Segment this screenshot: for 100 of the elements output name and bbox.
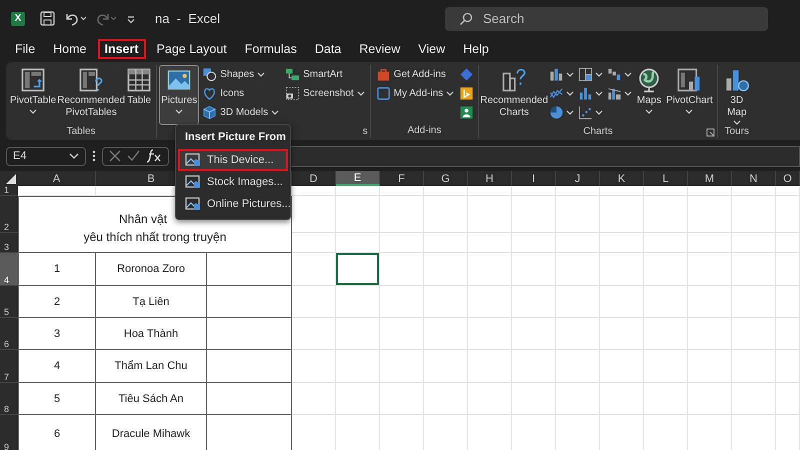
chart-question-icon <box>501 67 528 93</box>
ribbon-button[interactable]: Pictures <box>159 65 200 125</box>
shapes-icon <box>202 67 218 82</box>
selected-cell[interactable] <box>336 253 380 286</box>
ribbon-button[interactable]: Maps <box>634 65 664 125</box>
grid-cell[interactable] <box>207 286 292 318</box>
ribbon-button[interactable]: Recommended Charts <box>481 65 548 125</box>
column-chart-icon <box>578 86 594 101</box>
group-label: Add-ins <box>407 125 442 136</box>
caret-icon <box>566 91 574 96</box>
ribbon-button[interactable]: My Add-ins <box>372 84 458 103</box>
ribbon-tab[interactable]: Formulas <box>238 39 304 59</box>
caret-icon <box>595 110 604 115</box>
image-icon <box>185 153 201 167</box>
dialog-launcher-icon[interactable] <box>706 128 715 137</box>
table-cell: Tiêu Sách An <box>96 383 207 415</box>
grid-cell[interactable] <box>207 350 292 383</box>
ribbon-button[interactable]: Recommended PivotTables <box>58 65 124 125</box>
name-box[interactable]: E4 <box>6 146 86 166</box>
table-cell: 1 <box>18 253 96 286</box>
ribbon-tab[interactable]: Home <box>46 39 94 59</box>
column-header[interactable]: L <box>644 171 688 186</box>
ribbon-tab[interactable]: Insert <box>98 39 146 59</box>
ribbon-button[interactable]: Screenshot <box>282 84 368 103</box>
caret-icon <box>595 91 604 96</box>
caret-icon <box>175 108 184 114</box>
bag-icon <box>376 67 391 82</box>
caret-icon <box>356 91 365 96</box>
column-header[interactable]: D <box>292 171 336 186</box>
waterfall-chart-icon <box>607 67 622 82</box>
menu-item[interactable]: Online Pictures... <box>178 193 288 215</box>
row-header[interactable]: 1 <box>0 186 18 196</box>
triangle-icon <box>6 174 16 184</box>
ribbon-button[interactable]: Shapes <box>199 65 282 84</box>
column-header[interactable]: K <box>600 171 644 186</box>
row-header[interactable]: 5 <box>0 286 18 318</box>
ribbon-tab[interactable]: Review <box>352 39 408 59</box>
row-header[interactable]: 3 <box>0 233 18 253</box>
more-icon[interactable] <box>92 150 96 162</box>
row-header[interactable]: 9 <box>0 415 18 450</box>
customize-icon[interactable] <box>126 14 136 24</box>
ribbon-tab[interactable]: View <box>411 39 452 59</box>
ribbon-button[interactable]: PivotChart <box>664 65 715 125</box>
row-header[interactable]: 4 <box>0 253 18 286</box>
ribbon-button[interactable]: 3D Models <box>199 103 282 122</box>
row-header[interactable]: 7 <box>0 350 18 383</box>
grid-cell[interactable] <box>207 318 292 350</box>
ribbon-tab[interactable]: Page Layout <box>150 39 234 59</box>
column-header[interactable]: M <box>688 171 732 186</box>
ribbon-button[interactable]: PivotTable <box>8 65 58 125</box>
row-header[interactable]: 8 <box>0 383 18 415</box>
ribbon-button[interactable]: Get Add-ins <box>372 65 458 84</box>
treemap-chart-icon <box>578 67 594 82</box>
group-label: Tables <box>66 126 96 137</box>
search-field[interactable]: Search <box>445 6 768 30</box>
title-text: Nhân vật <box>118 212 168 226</box>
undo-icon[interactable] <box>64 11 86 26</box>
column-header[interactable]: J <box>556 171 600 186</box>
ribbon-button[interactable]: SmartArt <box>282 65 368 84</box>
column-header[interactable]: N <box>732 171 776 186</box>
window-title: na - Excel <box>155 11 220 26</box>
people-icon <box>459 105 474 120</box>
caret-icon <box>645 108 654 114</box>
row-header[interactable]: 2 <box>0 196 18 233</box>
title-text: yêu thích nhất trong truyện <box>84 230 226 244</box>
column-header[interactable]: O <box>776 171 800 186</box>
grid-cell[interactable] <box>207 253 292 286</box>
select-all-corner[interactable] <box>0 171 18 186</box>
caret-icon <box>624 91 632 96</box>
grid-cell[interactable] <box>207 383 292 415</box>
column-header[interactable]: E <box>336 171 380 186</box>
ribbon-tab[interactable]: File <box>8 39 42 59</box>
ribbon-tab[interactable]: Data <box>308 39 348 59</box>
table-cell: 4 <box>18 350 96 383</box>
excel-logo: X <box>11 12 25 26</box>
pie-chart-icon <box>549 105 564 120</box>
ribbon-button[interactable]: Table <box>124 65 154 125</box>
ribbon-button[interactable]: 3D Map <box>720 65 754 125</box>
pivot-chart-icon <box>676 67 702 93</box>
caret-icon <box>69 153 79 159</box>
tile-icon <box>459 86 474 101</box>
column-header[interactable]: G <box>424 171 468 186</box>
ribbon-button[interactable]: Icons <box>199 84 282 103</box>
function-icon[interactable] <box>146 149 162 163</box>
caret-icon <box>257 72 266 77</box>
column-header[interactable]: H <box>468 171 512 186</box>
column-header[interactable]: F <box>380 171 424 186</box>
row-header[interactable]: 6 <box>0 318 18 350</box>
column-header[interactable]: A <box>18 171 96 186</box>
cancel-icon[interactable] <box>109 150 121 162</box>
hierarchy-icon <box>285 67 300 82</box>
column-header[interactable]: I <box>512 171 556 186</box>
check-icon[interactable] <box>127 150 140 162</box>
screenshot-icon <box>285 86 300 101</box>
ribbon-tab[interactable]: Help <box>456 39 496 59</box>
save-icon[interactable] <box>40 11 55 26</box>
ribbon-button[interactable] <box>576 65 606 84</box>
table-cell: 5 <box>18 383 96 415</box>
menu-item[interactable]: This Device... <box>178 149 288 171</box>
image-icon <box>185 197 201 211</box>
